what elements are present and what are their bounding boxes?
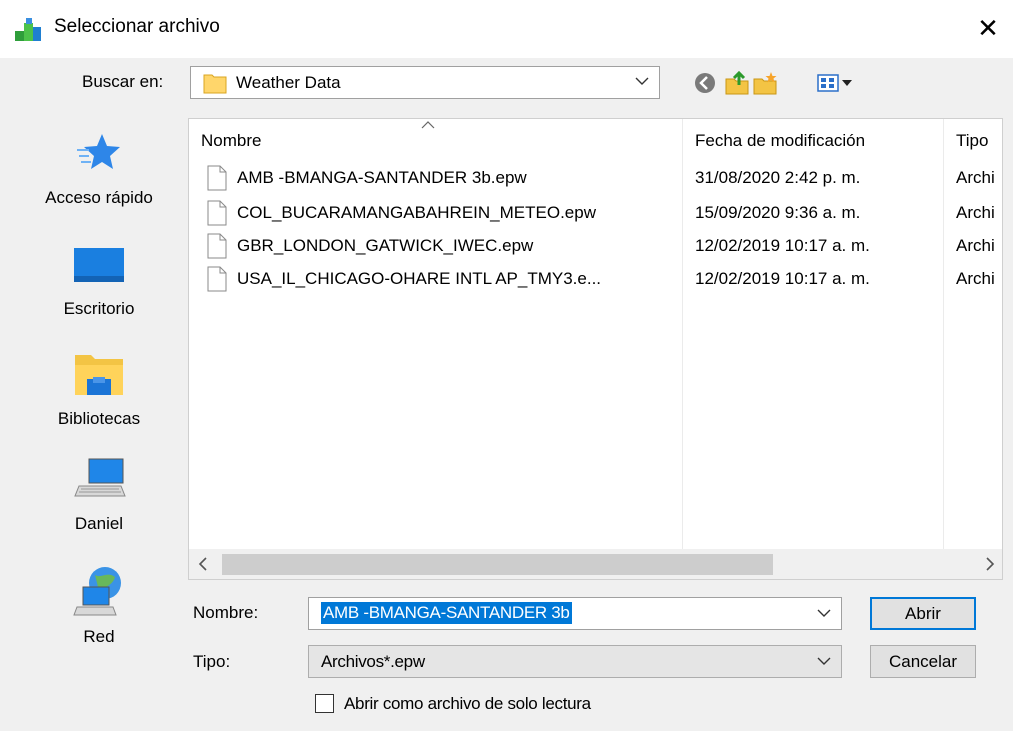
- file-name-input[interactable]: AMB -BMANGA-SANTANDER 3b: [308, 597, 842, 630]
- place-network[interactable]: Red: [20, 563, 178, 646]
- computer-icon: [74, 458, 126, 497]
- file-list[interactable]: Nombre Fecha de modificación Tipo AMB -B…: [188, 118, 1003, 580]
- sort-ascending-icon: [421, 121, 435, 129]
- file-name: GBR_LONDON_GATWICK_IWEC.epw: [237, 236, 534, 255]
- chevron-down-icon: [635, 77, 649, 85]
- file-type-label: Tipo:: [193, 652, 231, 671]
- file-type-value: Archivos*.epw: [321, 652, 425, 671]
- column-header-type[interactable]: Tipo: [956, 131, 988, 151]
- file-icon: [207, 200, 227, 226]
- file-type: Archi: [956, 236, 995, 255]
- up-folder-icon[interactable]: [724, 70, 750, 96]
- file-date: 12/02/2019 10:17 a. m.: [695, 236, 870, 255]
- place-label: Acceso rápido: [45, 188, 153, 207]
- file-row[interactable]: GBR_LONDON_GATWICK_IWEC.epw 12/02/2019 1…: [189, 230, 1002, 262]
- place-label: Escritorio: [63, 299, 135, 318]
- new-folder-icon[interactable]: [752, 70, 778, 96]
- back-icon[interactable]: [692, 70, 718, 96]
- look-in-combo[interactable]: Weather Data: [190, 66, 660, 99]
- column-header-date[interactable]: Fecha de modificación: [695, 131, 865, 151]
- place-label: Daniel: [74, 514, 124, 533]
- file-date: 15/09/2020 9:36 a. m.: [695, 203, 861, 222]
- file-icon: [207, 266, 227, 292]
- place-quick-access[interactable]: Acceso rápido: [20, 132, 178, 207]
- desktop-icon: [74, 248, 124, 282]
- column-header-name[interactable]: Nombre: [201, 131, 261, 151]
- look-in-label: Buscar en:: [82, 72, 164, 91]
- file-type: Archi: [956, 168, 995, 187]
- read-only-label[interactable]: Abrir como archivo de solo lectura: [344, 694, 591, 714]
- place-libraries[interactable]: Bibliotecas: [20, 351, 178, 428]
- folder-icon: [203, 74, 227, 94]
- file-date: 31/08/2020 2:42 p. m.: [695, 168, 861, 187]
- chevron-down-icon[interactable]: [817, 608, 831, 618]
- scrollbar-thumb[interactable]: [222, 554, 773, 575]
- close-icon[interactable]: ✕: [968, 10, 1008, 48]
- network-icon: [73, 567, 121, 616]
- place-desktop[interactable]: Escritorio: [20, 246, 178, 318]
- places-bar: Acceso rápido Escritorio Bibliotecas Dan…: [20, 118, 178, 716]
- place-label: Bibliotecas: [57, 409, 141, 428]
- file-name: USA_IL_CHICAGO-OHARE INTL AP_TMY3.e...: [237, 269, 602, 288]
- cancel-button[interactable]: Cancelar: [870, 645, 976, 678]
- file-type-select[interactable]: Archivos*.epw: [308, 645, 842, 678]
- window-title: Seleccionar archivo: [54, 16, 220, 37]
- scroll-right-icon[interactable]: [984, 555, 996, 573]
- read-only-checkbox[interactable]: [315, 694, 334, 713]
- view-menu-icon[interactable]: [816, 70, 866, 96]
- look-in-value: Weather Data: [236, 73, 341, 92]
- place-label: Red: [83, 627, 115, 646]
- horizontal-scrollbar[interactable]: [189, 549, 1002, 579]
- file-name: COL_BUCARAMANGABAHREIN_METEO.epw: [237, 203, 596, 222]
- libraries-icon: [75, 355, 123, 395]
- star-icon: [77, 134, 120, 169]
- file-name-label: Nombre:: [193, 603, 259, 622]
- file-row[interactable]: AMB -BMANGA-SANTANDER 3b.epw 31/08/2020 …: [189, 162, 1002, 194]
- file-date: 12/02/2019 10:17 a. m.: [695, 269, 870, 288]
- file-row[interactable]: USA_IL_CHICAGO-OHARE INTL AP_TMY3.e... 1…: [189, 263, 1002, 295]
- file-type: Archi: [956, 203, 995, 222]
- file-icon: [207, 233, 227, 259]
- chevron-down-icon[interactable]: [817, 656, 831, 666]
- file-type: Archi: [956, 269, 995, 288]
- title-bar: Seleccionar archivo ✕: [0, 0, 1013, 58]
- file-icon: [207, 165, 227, 191]
- app-icon: [15, 18, 41, 41]
- file-row[interactable]: COL_BUCARAMANGABAHREIN_METEO.epw 15/09/2…: [189, 197, 1002, 229]
- file-name: AMB -BMANGA-SANTANDER 3b.epw: [237, 168, 527, 187]
- open-button[interactable]: Abrir: [870, 597, 976, 630]
- place-computer[interactable]: Daniel: [20, 456, 178, 533]
- scroll-left-icon[interactable]: [197, 555, 209, 573]
- file-name-value[interactable]: AMB -BMANGA-SANTANDER 3b: [321, 602, 572, 624]
